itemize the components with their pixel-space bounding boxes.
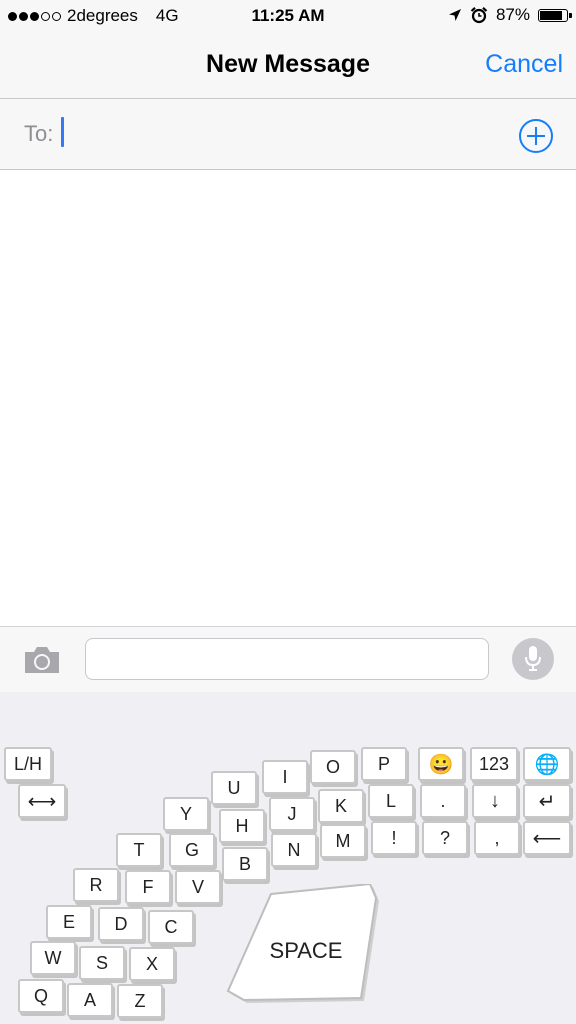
- key-x[interactable]: X: [129, 947, 175, 981]
- key-backspace[interactable]: ⟵: [523, 821, 571, 855]
- key-t[interactable]: T: [116, 833, 162, 867]
- key-u[interactable]: U: [211, 771, 257, 805]
- key-lh[interactable]: L/H: [4, 747, 52, 781]
- key-return[interactable]: ↵: [523, 784, 571, 818]
- key-z[interactable]: Z: [117, 984, 163, 1018]
- location-arrow-icon: [448, 9, 461, 21]
- status-bar: 2degrees 4G 11:25 AM 87%: [0, 0, 576, 34]
- key-l[interactable]: L: [368, 784, 414, 818]
- key-e[interactable]: E: [46, 905, 92, 939]
- key-period[interactable]: .: [420, 784, 466, 818]
- microphone-button[interactable]: [512, 638, 554, 680]
- alarm-icon: [470, 6, 488, 24]
- plus-circle-icon[interactable]: [518, 118, 554, 154]
- key-w[interactable]: W: [30, 941, 76, 975]
- battery-fill: [540, 10, 563, 20]
- key-k[interactable]: K: [318, 789, 364, 823]
- cancel-button[interactable]: Cancel: [485, 50, 563, 79]
- key-h[interactable]: H: [219, 809, 265, 843]
- key-f[interactable]: F: [125, 870, 171, 904]
- compose-bar: [0, 626, 576, 693]
- key-p[interactable]: P: [361, 747, 407, 781]
- key-question[interactable]: ?: [422, 821, 468, 855]
- space-key[interactable]: SPACE: [224, 884, 384, 1008]
- key-g[interactable]: G: [169, 833, 215, 867]
- key-d[interactable]: D: [98, 907, 144, 941]
- battery-tip: [569, 12, 572, 18]
- key-y[interactable]: Y: [163, 797, 209, 831]
- message-input[interactable]: [85, 638, 489, 680]
- to-label: To:: [24, 121, 54, 146]
- key-q[interactable]: Q: [18, 979, 64, 1013]
- key-emoji[interactable]: 😀: [418, 747, 464, 781]
- key-r[interactable]: R: [73, 868, 119, 902]
- battery-icon: [538, 8, 572, 22]
- key-b[interactable]: B: [222, 847, 268, 881]
- key-v[interactable]: V: [175, 870, 221, 904]
- key-numbers[interactable]: 123: [470, 747, 518, 781]
- key-c[interactable]: C: [148, 910, 194, 944]
- space-label: SPACE: [270, 938, 343, 963]
- key-j[interactable]: J: [269, 797, 315, 831]
- key-n[interactable]: N: [271, 833, 317, 867]
- microphone-icon: [525, 646, 541, 671]
- text-cursor: [61, 117, 64, 147]
- recipient-field[interactable]: To:: [0, 99, 576, 170]
- key-exclamation[interactable]: !: [371, 821, 417, 855]
- key-i[interactable]: I: [262, 760, 308, 794]
- key-m[interactable]: M: [320, 824, 366, 858]
- navigation-bar: New Message Cancel: [0, 34, 576, 99]
- key-s[interactable]: S: [79, 946, 125, 980]
- key-comma[interactable]: ,: [474, 821, 520, 855]
- key-a[interactable]: A: [67, 983, 113, 1017]
- battery-percent: 87%: [495, 5, 530, 24]
- key-globe[interactable]: 🌐: [523, 747, 571, 781]
- key-o[interactable]: O: [310, 750, 356, 784]
- camera-icon[interactable]: [22, 645, 62, 675]
- key-swap[interactable]: ⟷: [18, 784, 66, 818]
- status-right: 87%: [448, 5, 572, 25]
- key-down[interactable]: ↓: [472, 784, 518, 818]
